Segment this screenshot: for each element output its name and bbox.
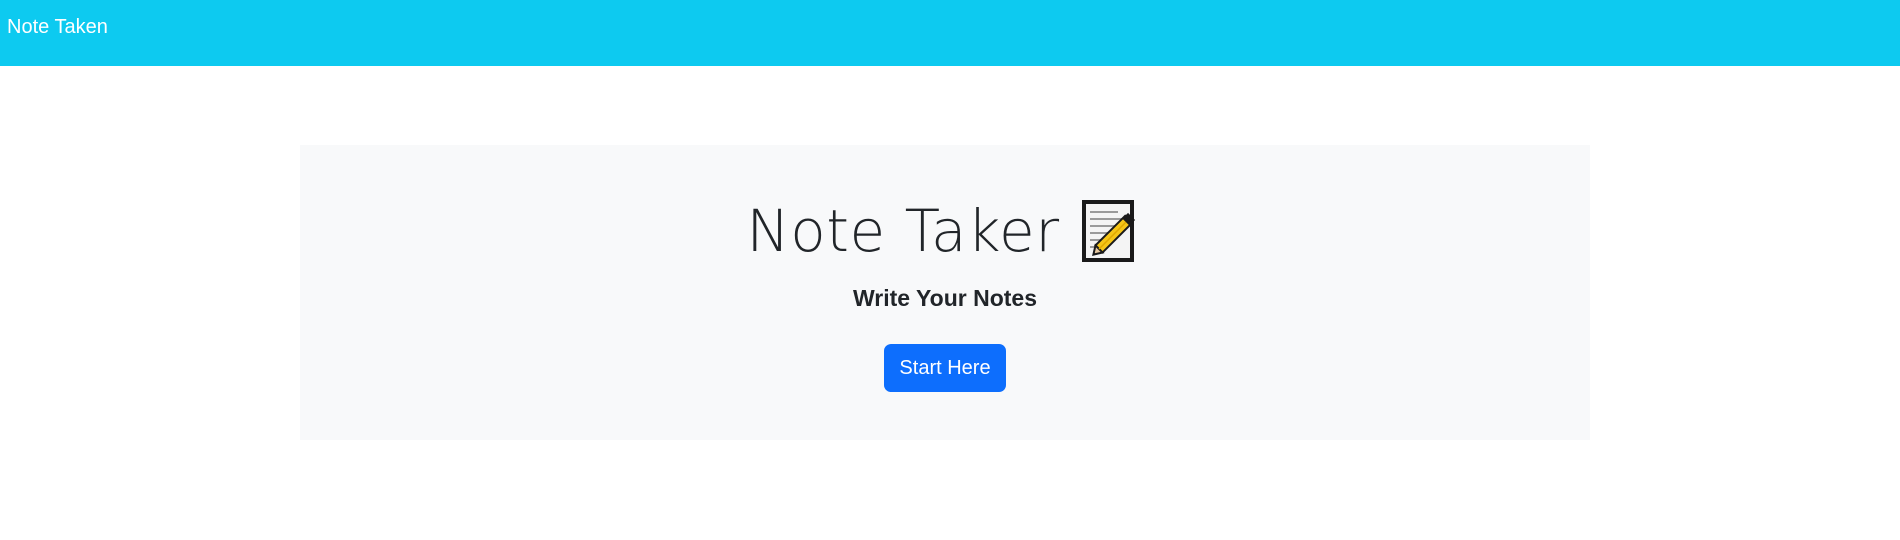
hero-title-row: Note Taker xyxy=(300,197,1590,265)
start-here-button[interactable]: Start Here xyxy=(884,344,1006,392)
navbar-brand[interactable]: Note Taken xyxy=(7,16,108,39)
memo-icon xyxy=(1078,198,1144,264)
navbar: Note Taken xyxy=(0,0,1900,66)
hero-subtitle: Write Your Notes xyxy=(852,285,1038,311)
hero-panel: Note Taker Write Your Notes Start Here xyxy=(300,145,1590,440)
page-title: Note Taker xyxy=(746,197,1060,265)
